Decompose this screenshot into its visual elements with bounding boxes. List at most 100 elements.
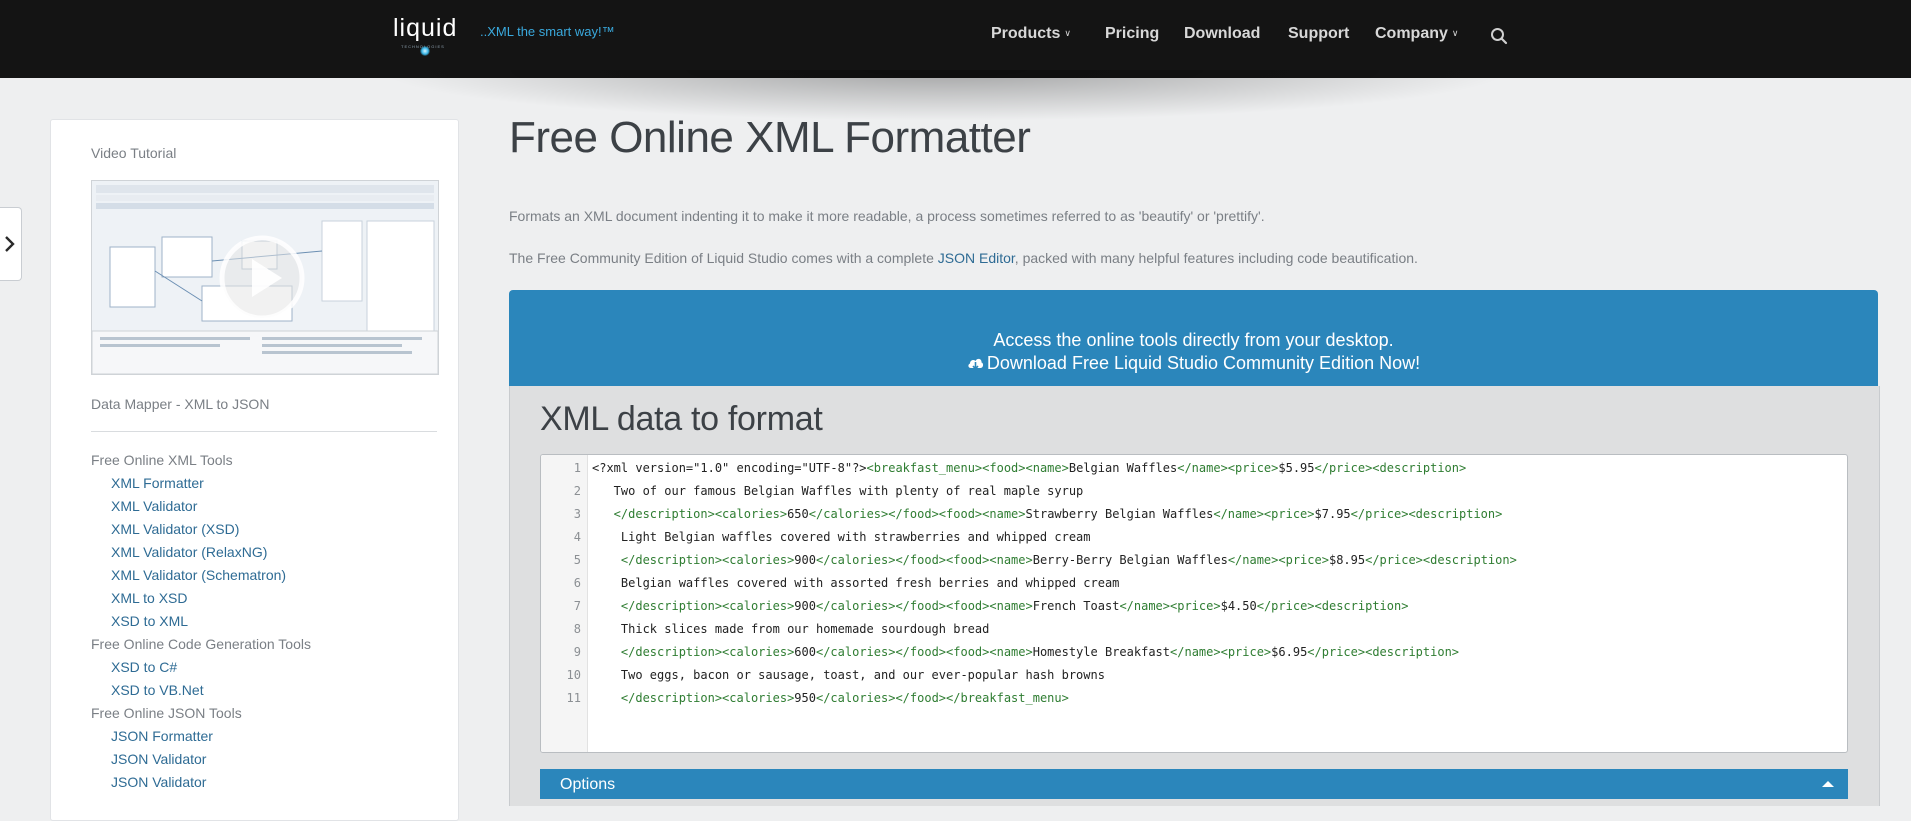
video-screenshot-image (92, 181, 438, 374)
sidebar-link-xml-validator-relaxng[interactable]: XML Validator (RelaxNG) (111, 544, 267, 560)
sidebar-link-xsd-to-csharp[interactable]: XSD to C# (111, 659, 177, 675)
xml-tag-token: </name><price> (1170, 645, 1272, 659)
video-tutorial-heading: Video Tutorial (91, 145, 177, 161)
xml-text-token: 600 (794, 645, 816, 659)
xml-text-token: $4.50 (1220, 599, 1257, 613)
line-number: 5 (573, 553, 581, 567)
banner-headline: Access the online tools directly from yo… (993, 330, 1394, 350)
download-link[interactable]: Download Free Liquid Studio Community Ed… (509, 353, 1878, 374)
xml-text-token: $7.95 (1314, 507, 1351, 521)
download-link-label: Download Free Liquid Studio Community Ed… (986, 353, 1421, 373)
line-number: 11 (566, 691, 581, 705)
xml-text-token: Strawberry Belgian Waffles (1025, 507, 1214, 521)
xml-text-token: 900 (794, 599, 816, 613)
options-label: Options (560, 776, 616, 793)
xml-tag-token: </name><price> (1213, 507, 1315, 521)
xml-tag-token: </description><calories> (592, 553, 795, 567)
xml-text-token: 950 (794, 691, 816, 705)
sidebar-group-title: Free Online JSON Tools (91, 705, 242, 721)
xml-tag-token: </description><calories> (592, 599, 795, 613)
download-banner: Access the online tools directly from yo… (509, 290, 1878, 386)
sidebar-group-title: Free Online XML Tools (91, 452, 233, 468)
xml-text-token: $8.95 (1328, 553, 1366, 567)
sidebar-link-xml-to-xsd[interactable]: XML to XSD (111, 590, 188, 606)
xml-text-token: French Toast (1032, 599, 1120, 613)
sidebar-link-json-validator[interactable]: JSON Validator (111, 751, 206, 767)
line-number: 6 (573, 576, 581, 590)
top-navbar: liquid TECHNOLOGIES ..XML the smart way!… (0, 0, 1911, 78)
intro-text: , packed with many helpful features incl… (1014, 250, 1418, 266)
line-number: 7 (573, 599, 581, 613)
line-number: 2 (573, 484, 581, 498)
chevron-right-icon (5, 236, 15, 252)
sidebar-toggle-button[interactable] (0, 207, 22, 281)
code-line: Two eggs, bacon or sausage, toast, and o… (592, 667, 1105, 683)
xml-text-token: Belgian Waffles (1068, 461, 1178, 475)
xml-tag-token: </calories></food></breakfast_menu> (815, 691, 1069, 705)
video-thumbnail[interactable] (91, 180, 439, 375)
chevron-down-icon: ∨ (1064, 28, 1071, 38)
code-line: Light Belgian waffles covered with straw… (592, 529, 1091, 545)
sidebar-link-xml-formatter[interactable]: XML Formatter (111, 475, 204, 491)
xml-text-token: Light Belgian waffles covered with straw… (592, 530, 1091, 544)
intro-text: The Free Community Edition of Liquid Stu… (509, 250, 938, 266)
code-line: </description><calories>650</calories></… (592, 506, 1503, 522)
xml-text-token: $5.95 (1278, 461, 1315, 475)
code-line: Thick slices made from our homemade sour… (592, 621, 989, 637)
code-line: Belgian waffles covered with assorted fr… (592, 575, 1120, 591)
sidebar-link-xsd-to-xml[interactable]: XSD to XML (111, 613, 188, 629)
sidebar-link-xml-validator-schematron[interactable]: XML Validator (Schematron) (111, 567, 286, 583)
xml-text-token: Homestyle Breakfast (1032, 645, 1171, 659)
xml-tag-token: </calories></food><food><name> (815, 645, 1033, 659)
nav-company[interactable]: Company ∨ (1375, 25, 1459, 43)
panel-title: XML data to format (540, 400, 823, 438)
line-number: 10 (566, 668, 581, 682)
xml-text-token: Two of our famous Belgian Waffles with p… (592, 484, 1084, 498)
xml-tag-token: </price><description> (1314, 461, 1467, 475)
line-number: 1 (573, 461, 581, 475)
xml-text-token: Thick slices made from our homemade sour… (592, 622, 990, 636)
nav-products[interactable]: Products ∨ (991, 25, 1071, 43)
xml-tag-token: </name><price> (1119, 599, 1221, 613)
xml-text-token: Berry-Berry Belgian Waffles (1032, 553, 1228, 567)
code-line: </description><calories>600</calories></… (592, 644, 1459, 660)
code-line: <?xml version="1.0" encoding="UTF-8"?><b… (592, 460, 1466, 476)
xml-tag-token: </calories></food><food><name> (815, 553, 1033, 567)
xml-text-token: Two eggs, bacon or sausage, toast, and o… (592, 668, 1105, 682)
cloud-download-icon (968, 358, 983, 371)
code-line: Two of our famous Belgian Waffles with p… (592, 483, 1084, 499)
options-toggle[interactable]: Options (540, 769, 1848, 799)
sidebar-link-xsd-to-vbnet[interactable]: XSD to VB.Net (111, 682, 204, 698)
line-number-gutter: 1 2 3 4 5 6 7 8 9 10 11 (541, 455, 588, 752)
xml-text-token: $6.95 (1271, 645, 1308, 659)
sidebar: Video Tutorial Data Mapper - XML to JSON (50, 119, 459, 821)
xml-tag-token: </description><calories> (592, 691, 795, 705)
xml-text-token: <?xml version="1.0" encoding="UTF-8"?> (592, 461, 867, 475)
chevron-down-icon: ∨ (1451, 28, 1459, 38)
line-number: 4 (573, 530, 581, 544)
nav-company-label: Company (1375, 25, 1448, 42)
brand-tagline: ..XML the smart way!™ (480, 24, 615, 39)
line-number: 8 (573, 622, 581, 636)
nav-support[interactable]: Support (1288, 25, 1349, 43)
nav-pricing[interactable]: Pricing (1105, 25, 1159, 43)
sidebar-link-xml-validator[interactable]: XML Validator (111, 498, 197, 514)
line-number: 9 (573, 645, 581, 659)
sidebar-group-title: Free Online Code Generation Tools (91, 636, 311, 652)
xml-tag-token: </calories></food><food><name> (815, 599, 1033, 613)
xml-tag-token: </calories></food><food><name> (808, 507, 1026, 521)
line-number: 3 (573, 507, 581, 521)
nav-pricing-label: Pricing (1105, 25, 1160, 42)
code-line: </description><calories>950</calories></… (592, 690, 1069, 706)
sidebar-link-json-validator-2[interactable]: JSON Validator (111, 774, 206, 790)
search-icon[interactable] (1490, 27, 1508, 45)
nav-download[interactable]: Download (1184, 25, 1260, 43)
xml-tag-token: </price><description> (1350, 507, 1503, 521)
sidebar-link-xml-validator-xsd[interactable]: XML Validator (XSD) (111, 521, 239, 537)
intro-paragraph: Formats an XML document indenting it to … (509, 208, 1265, 224)
xml-code-editor[interactable]: 1 2 3 4 5 6 7 8 9 10 11 <?xml version="1.0" encodi… (540, 454, 1848, 753)
code-line: </description><calories>900</calories></… (592, 598, 1409, 614)
json-editor-link[interactable]: JSON Editor (938, 250, 1015, 266)
sidebar-link-json-formatter[interactable]: JSON Formatter (111, 728, 213, 744)
xml-tag-token: </name><price> (1227, 553, 1329, 567)
